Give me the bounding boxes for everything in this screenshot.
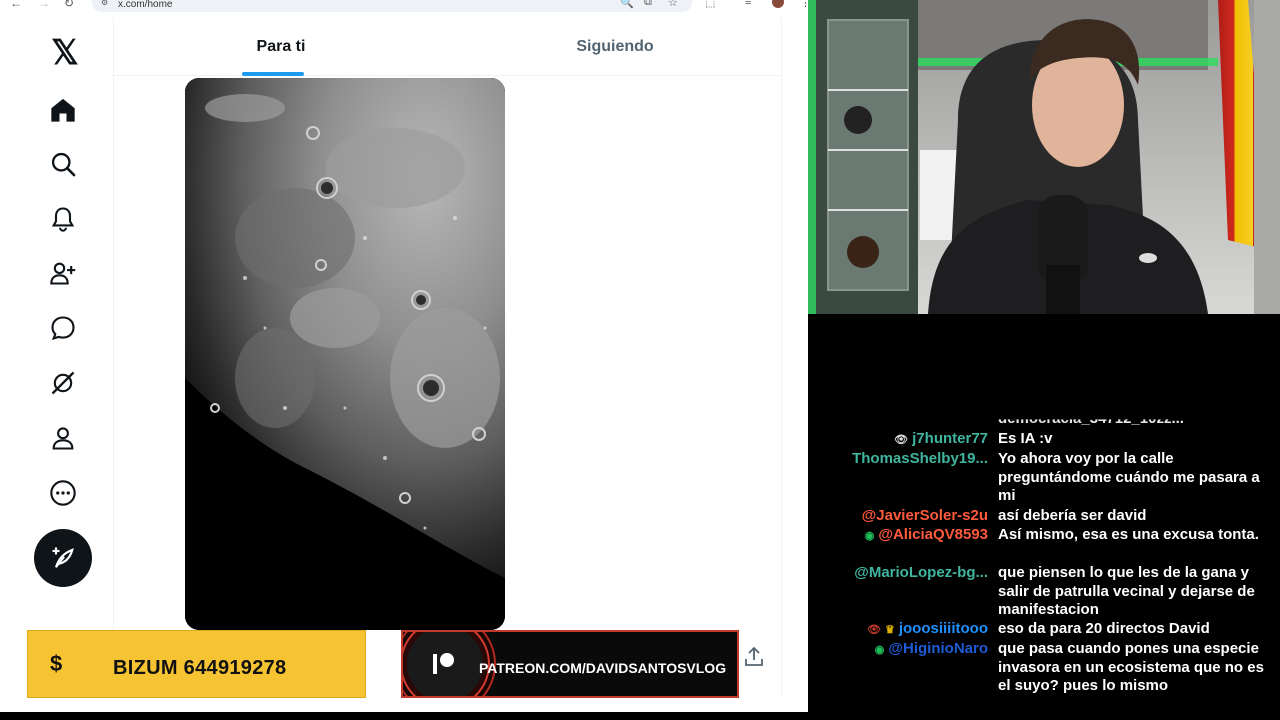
chat-user[interactable]: ThomasShelby19... xyxy=(852,450,988,469)
bizum-banner: $ BIZUM 644919278 xyxy=(27,630,366,698)
moon-photo xyxy=(185,78,505,630)
crown-badge-icon: ♛ xyxy=(884,624,895,636)
active-tab-indicator xyxy=(242,72,304,76)
x-logo[interactable]: 𝕏 xyxy=(44,32,86,74)
patreon-banner: PATREON.COM/DAVIDSANTOSVLOG xyxy=(401,630,739,698)
browser-menu-icon[interactable]: ⋮ xyxy=(800,0,808,9)
chat-user[interactable]: @JavierSoler-s2u xyxy=(862,507,988,526)
share-icon[interactable] xyxy=(742,645,766,669)
chat-text: así debería ser david xyxy=(998,507,1147,524)
chat-text: eso da para 20 directos David xyxy=(998,620,1210,637)
browser-bottom-strip xyxy=(0,698,808,712)
post-image-moon[interactable] xyxy=(185,78,505,630)
patreon-text: PATREON.COM/DAVIDSANTOSVLOG xyxy=(479,660,727,676)
chat-text: que piensen lo que les de la gana y sali… xyxy=(998,564,1255,619)
site-info-icon[interactable]: ⚙ xyxy=(101,0,108,7)
browser-window: ← → ↻ ⚙ x.com/home 🔍 ⧉ ☆ ⬚ ≡ ⋮ 𝕏 Para ti… xyxy=(0,0,808,712)
webcam-image xyxy=(808,0,1280,314)
timeline-tabs: Para ti Siguiendo xyxy=(114,18,782,76)
more-icon[interactable] xyxy=(42,472,84,514)
message-icon[interactable] xyxy=(42,307,84,349)
eye-badge-icon: 👁 xyxy=(894,434,909,446)
chat-text: que pasa cuando pones una especie invaso… xyxy=(998,640,1264,695)
browser-toolbar: ← → ↻ ⚙ x.com/home 🔍 ⧉ ☆ ⬚ ≡ ⋮ xyxy=(0,0,808,12)
feather-plus-icon xyxy=(52,547,74,568)
install-icon[interactable]: ⧉ xyxy=(644,0,652,9)
profile-avatar[interactable] xyxy=(772,0,784,8)
tab-para-ti[interactable]: Para ti xyxy=(114,18,448,76)
back-arrow-icon[interactable]: ← xyxy=(10,0,22,10)
home-icon[interactable] xyxy=(42,89,84,131)
bizum-text: BIZUM 644919278 xyxy=(113,657,287,679)
chat-panel: democracia_34712_10zz... 👁 j7hunter77 Es … xyxy=(808,314,1280,720)
extensions-icon[interactable]: ⬚ xyxy=(705,0,715,9)
timeline: Para ti Siguiendo xyxy=(114,18,782,712)
people-icon[interactable] xyxy=(42,252,84,294)
left-sidebar: 𝕏 xyxy=(0,18,114,712)
chat-user[interactable]: 👁 ♛ jooosiiiitooo xyxy=(867,620,988,640)
forward-arrow-icon[interactable]: → xyxy=(38,0,50,10)
tab-siguiendo[interactable]: Siguiendo xyxy=(448,18,782,76)
post-button[interactable] xyxy=(34,529,92,587)
reload-icon[interactable]: ↻ xyxy=(64,0,74,10)
dollar-icon: $ xyxy=(50,651,63,676)
chat-text: Yo ahora voy por la calle preguntándome … xyxy=(998,450,1260,505)
media-icon[interactable]: ≡ xyxy=(745,0,751,8)
chat-text: Es IA :v xyxy=(998,430,1053,447)
patreon-logo xyxy=(407,632,483,696)
grok-icon[interactable] xyxy=(42,362,84,404)
taskbar xyxy=(0,712,808,720)
url-text: x.com/home xyxy=(118,0,173,10)
chat-user[interactable]: 👁 j7hunter77 xyxy=(894,430,988,450)
webcam-feed xyxy=(808,0,1280,314)
gem-badge-icon: ◉ xyxy=(874,644,885,656)
chat-user[interactable]: @MarioLopez-bg... xyxy=(854,564,988,583)
zoom-icon[interactable]: 🔍 xyxy=(620,0,634,9)
chat-user[interactable]: ◉ @AliciaQV8593 xyxy=(865,526,988,546)
chat-user[interactable]: ◉ @HiginioNaro xyxy=(875,640,988,660)
chat-text: Así mismo, esa es una excusa tonta. xyxy=(998,526,1259,543)
chat-cutoff-message: democracia_34712_10zz... xyxy=(998,410,1184,427)
search-icon[interactable] xyxy=(42,143,84,185)
bell-icon[interactable] xyxy=(42,198,84,240)
address-bar[interactable]: ⚙ x.com/home xyxy=(92,0,692,12)
gem-badge-icon: ◉ xyxy=(864,530,875,542)
eye-badge-icon: 👁 xyxy=(867,624,881,636)
bookmark-star-icon[interactable]: ☆ xyxy=(668,0,678,9)
profile-icon[interactable] xyxy=(42,417,84,459)
